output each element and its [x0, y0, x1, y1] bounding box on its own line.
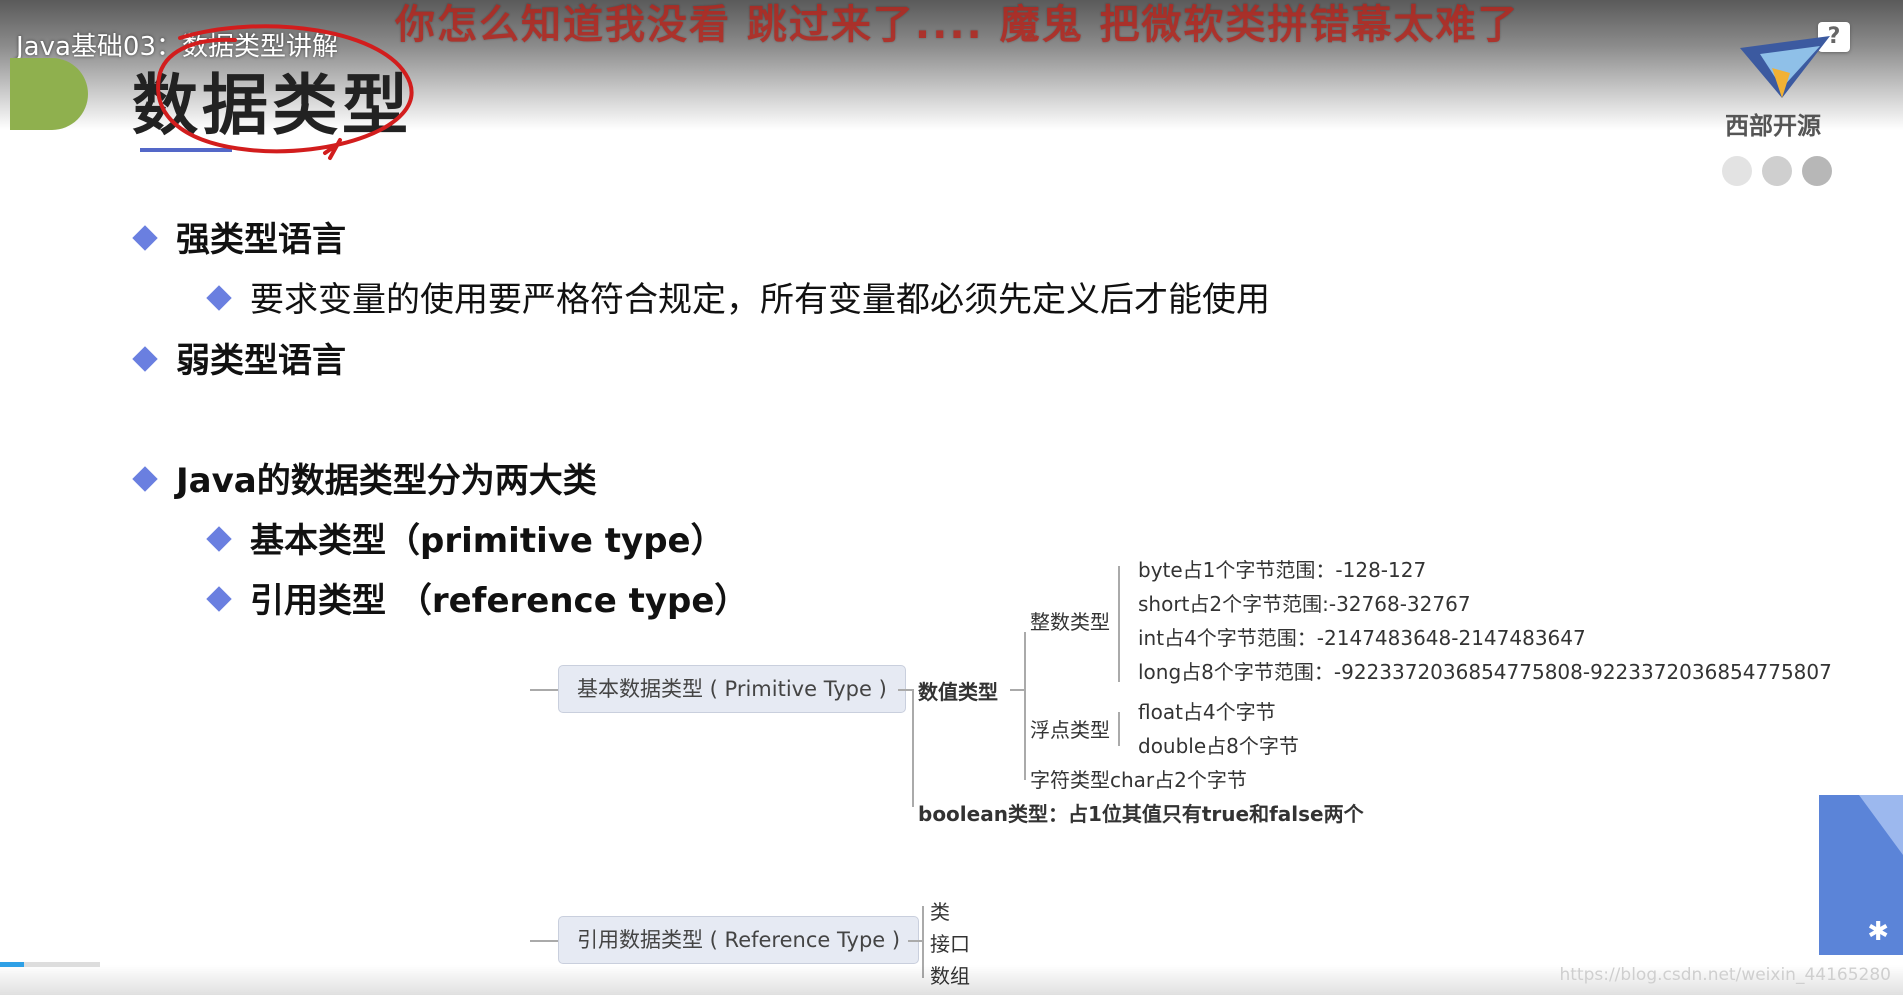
double-node: double占8个字节 [1138, 734, 1299, 758]
connector-line [530, 689, 558, 691]
bullet-java-types: Java的数据类型分为两大类 [132, 453, 597, 502]
connector-line [912, 689, 914, 807]
danmaku-comment: 你怎么知道我没看 跳过来了.... 魔鬼 把微软类拼错幕太难了 [395, 2, 1520, 48]
diamond-bullet-icon [206, 586, 232, 612]
connector-line [1118, 712, 1120, 746]
long-node: long占8个字节范围：-9223372036854775808-9223372… [1138, 660, 1832, 684]
bullet-strong-typed-detail: 要求变量的使用要严格符合规定，所有变量都必须先定义后才能使用 [206, 272, 1270, 321]
red-annotation-circle [156, 24, 414, 160]
dot-indicator [1762, 156, 1792, 186]
dot-indicator [1722, 156, 1752, 186]
float-node: float占4个字节 [1138, 700, 1276, 724]
primitive-type-node: 基本数据类型 ( Primitive Type ) [558, 665, 906, 713]
logo-text: 西部开源 [1725, 112, 1821, 140]
diamond-bullet-icon [206, 285, 232, 311]
slide-decoration-shape [10, 58, 88, 130]
connector-line [530, 940, 558, 942]
boolean-type-node: boolean类型：占1位其值只有true和false两个 [918, 802, 1364, 826]
byte-node: byte占1个字节范围：-128-127 [1138, 558, 1427, 582]
numeric-type-node: 数值类型 [918, 680, 998, 704]
progress-fill [0, 962, 24, 967]
dot-indicator [1802, 156, 1832, 186]
connector-line [898, 689, 912, 691]
connector-line [1010, 689, 1024, 691]
integer-type-node: 整数类型 [1030, 610, 1110, 634]
connector-line [1024, 632, 1026, 780]
diamond-bullet-icon [132, 466, 158, 492]
fullscreen-icon[interactable]: ✱ [1867, 917, 1889, 947]
short-node: short占2个字节范围:-32768-32767 [1138, 592, 1471, 616]
class-node: 类 [930, 900, 950, 924]
bullet-reference: 引用类型 （reference type） [206, 573, 748, 622]
floating-type-node: 浮点类型 [1030, 718, 1110, 742]
connector-line [1118, 566, 1120, 682]
connector-line [908, 940, 922, 942]
watermark-url: https://blog.csdn.net/weixin_44165280 [1559, 965, 1891, 985]
diamond-bullet-icon [206, 526, 232, 552]
interface-node: 接口 [930, 932, 970, 956]
diamond-bullet-icon [132, 346, 158, 372]
bullet-weak-typed: 弱类型语言 [132, 333, 346, 382]
diamond-bullet-icon [132, 225, 158, 251]
char-type-node: 字符类型char占2个字节 [1030, 768, 1247, 792]
int-node: int占4个字节范围：-2147483648-2147483647 [1138, 626, 1586, 650]
reference-type-node: 引用数据类型 ( Reference Type ) [558, 916, 920, 964]
bullet-strong-typed: 强类型语言 [132, 212, 346, 261]
bullet-primitive: 基本类型（primitive type） [206, 513, 725, 562]
corner-decoration-shape [1819, 795, 1903, 955]
